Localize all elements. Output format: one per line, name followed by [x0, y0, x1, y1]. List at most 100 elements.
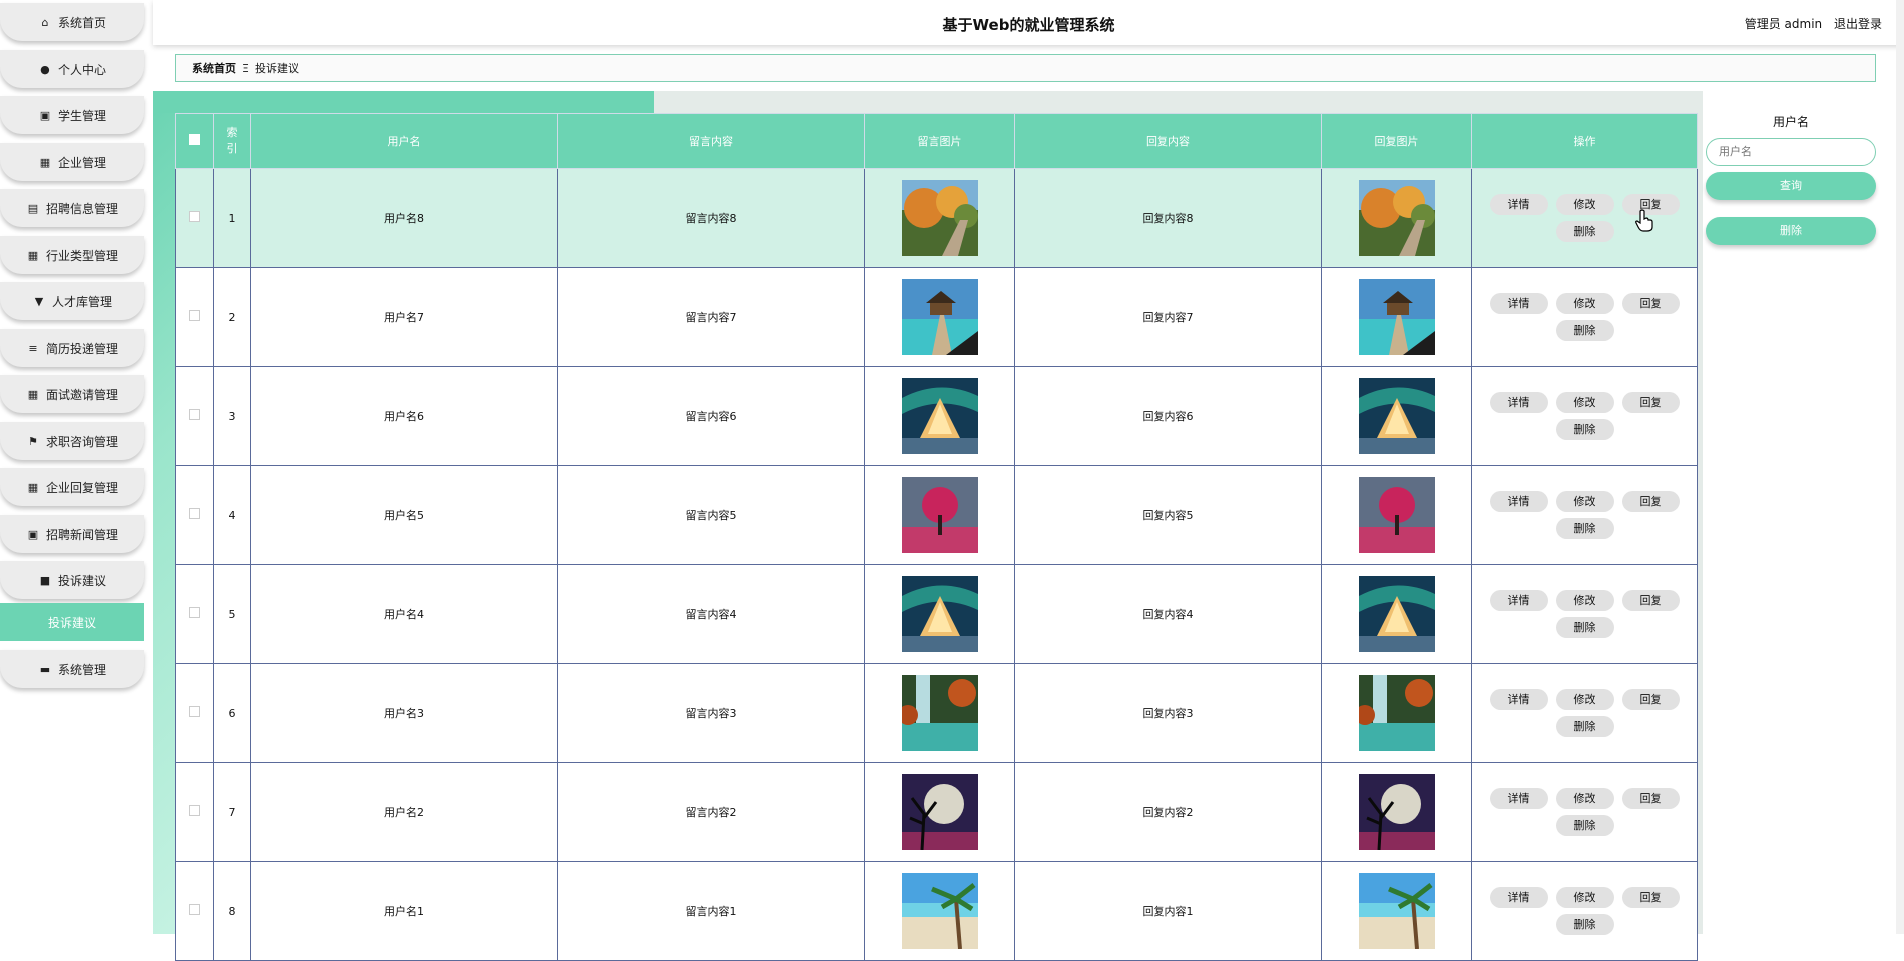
detail-button[interactable]: 详情 — [1489, 887, 1548, 908]
sidebar-item-company-reply[interactable]: ▦ 企业回复管理 — [0, 468, 144, 506]
row-checkbox[interactable] — [189, 805, 200, 816]
row-reply: 回复内容6 — [1014, 366, 1322, 466]
row-reply-image-cell — [1321, 663, 1472, 763]
row-image-cell — [864, 762, 1015, 862]
detail-button[interactable]: 详情 — [1489, 491, 1548, 512]
delete-button[interactable]: 删除 — [1555, 419, 1614, 440]
user-label: 管理员 admin — [1744, 17, 1823, 31]
delete-button[interactable]: 删除 — [1555, 716, 1614, 737]
table-row: 4 用户名5 留言内容5 回复内容5 详情 修改 回复 删除 — [175, 465, 1698, 565]
logout-link[interactable]: 退出登录 — [1834, 17, 1882, 31]
row-actions: 详情 修改 回复 删除 — [1471, 366, 1698, 466]
row-actions: 详情 修改 回复 删除 — [1471, 861, 1698, 961]
row-checkbox[interactable] — [189, 706, 200, 717]
row-reply-image[interactable] — [1359, 873, 1435, 949]
row-checkbox[interactable] — [189, 409, 200, 420]
edit-button[interactable]: 修改 — [1555, 788, 1614, 809]
row-checkbox[interactable] — [189, 310, 200, 321]
row-image[interactable] — [902, 873, 978, 949]
reply-button[interactable]: 回复 — [1621, 689, 1680, 710]
row-checkbox[interactable] — [189, 904, 200, 915]
sidebar-item-system[interactable]: ▬ 系统管理 — [0, 650, 144, 688]
edit-button[interactable]: 修改 — [1555, 887, 1614, 908]
row-image[interactable] — [902, 378, 978, 454]
scrollbar[interactable] — [1896, 0, 1904, 934]
row-reply-image[interactable] — [1359, 576, 1435, 652]
row-checkbox[interactable] — [189, 211, 200, 222]
row-actions: 详情 修改 回复 删除 — [1471, 663, 1698, 763]
detail-button[interactable]: 详情 — [1489, 194, 1548, 215]
edit-button[interactable]: 修改 — [1555, 392, 1614, 413]
edit-button[interactable]: 修改 — [1555, 194, 1614, 215]
delete-button[interactable]: 删除 — [1555, 320, 1614, 341]
reply-button[interactable]: 回复 — [1621, 887, 1680, 908]
sidebar-item-recruitment[interactable]: ▤ 招聘信息管理 — [0, 189, 144, 227]
row-reply-image[interactable] — [1359, 378, 1435, 454]
sidebar-item-complaints[interactable]: ■ 投诉建议 — [0, 561, 144, 599]
sidebar-item-industry[interactable]: ▦ 行业类型管理 — [0, 236, 144, 274]
sidebar-subitem-complaints[interactable]: 投诉建议 — [0, 603, 144, 641]
reply-button[interactable]: 回复 — [1621, 788, 1680, 809]
row-image[interactable] — [902, 576, 978, 652]
row-select-cell — [175, 861, 214, 961]
sidebar-item-home[interactable]: ⌂ 系统首页 — [0, 3, 144, 41]
row-username: 用户名6 — [250, 366, 558, 466]
detail-button[interactable]: 详情 — [1489, 689, 1548, 710]
row-image[interactable] — [902, 774, 978, 850]
sidebar-item-interview[interactable]: ▦ 面试邀请管理 — [0, 375, 144, 413]
row-reply-image[interactable] — [1359, 279, 1435, 355]
row-image[interactable] — [902, 477, 978, 553]
delete-button[interactable]: 删除 — [1555, 914, 1614, 935]
row-image-cell — [864, 564, 1015, 664]
reply-button[interactable]: 回复 — [1621, 392, 1680, 413]
reply-button[interactable]: 回复 — [1621, 491, 1680, 512]
row-index: 7 — [213, 762, 251, 862]
sidebar-item-consult[interactable]: ⚑ 求职咨询管理 — [0, 422, 144, 460]
row-image[interactable] — [902, 675, 978, 751]
sidebar-item-students[interactable]: ▣ 学生管理 — [0, 96, 144, 134]
delete-button[interactable]: 删除 — [1555, 617, 1614, 638]
query-button[interactable]: 查询 — [1706, 172, 1876, 200]
search-input[interactable] — [1706, 138, 1876, 166]
row-reply: 回复内容3 — [1014, 663, 1322, 763]
edit-button[interactable]: 修改 — [1555, 491, 1614, 512]
edit-button[interactable]: 修改 — [1555, 689, 1614, 710]
sidebar-item-profile[interactable]: ● 个人中心 — [0, 50, 144, 88]
action-buttons: 详情 修改 回复 删除 — [1472, 392, 1697, 440]
reply-button[interactable]: 回复 — [1621, 293, 1680, 314]
table-row: 3 用户名6 留言内容6 回复内容6 详情 修改 回复 删除 — [175, 366, 1698, 466]
table-header-row: 索引 用户名 留言内容 留言图片 回复内容 回复图片 操作 — [175, 113, 1698, 169]
row-image[interactable] — [902, 279, 978, 355]
action-buttons: 详情 修改 回复 删除 — [1472, 194, 1697, 242]
row-checkbox[interactable] — [189, 607, 200, 618]
row-select-cell — [175, 465, 214, 565]
delete-button[interactable]: 删除 — [1555, 221, 1614, 242]
row-image[interactable] — [902, 180, 978, 256]
detail-button[interactable]: 详情 — [1489, 293, 1548, 314]
delete-button[interactable]: 删除 — [1555, 815, 1614, 836]
sidebar-item-talent[interactable]: ▼ 人才库管理 — [0, 282, 144, 320]
reply-button[interactable]: 回复 — [1621, 590, 1680, 611]
row-reply-image[interactable] — [1359, 180, 1435, 256]
action-buttons: 详情 修改 回复 删除 — [1472, 491, 1697, 539]
row-reply-image[interactable] — [1359, 774, 1435, 850]
row-reply-image-cell — [1321, 861, 1472, 961]
column-header-username: 用户名 — [250, 113, 558, 169]
detail-button[interactable]: 详情 — [1489, 392, 1548, 413]
row-reply-image[interactable] — [1359, 477, 1435, 553]
sidebar-item-resume[interactable]: ≡ 简历投递管理 — [0, 329, 144, 367]
row-content: 留言内容4 — [557, 564, 865, 664]
delete-button[interactable]: 删除 — [1555, 518, 1614, 539]
sidebar-item-news[interactable]: ▣ 招聘新闻管理 — [0, 515, 144, 553]
action-buttons: 详情 修改 回复 删除 — [1472, 293, 1697, 341]
batch-delete-button[interactable]: 删除 — [1706, 217, 1876, 245]
detail-button[interactable]: 详情 — [1489, 590, 1548, 611]
row-reply-image[interactable] — [1359, 675, 1435, 751]
edit-button[interactable]: 修改 — [1555, 293, 1614, 314]
row-checkbox[interactable] — [189, 508, 200, 519]
select-all-checkbox[interactable] — [189, 134, 200, 145]
sidebar-item-companies[interactable]: ▦ 企业管理 — [0, 143, 144, 181]
breadcrumb-home[interactable]: 系统首页 — [192, 60, 236, 76]
detail-button[interactable]: 详情 — [1489, 788, 1548, 809]
edit-button[interactable]: 修改 — [1555, 590, 1614, 611]
